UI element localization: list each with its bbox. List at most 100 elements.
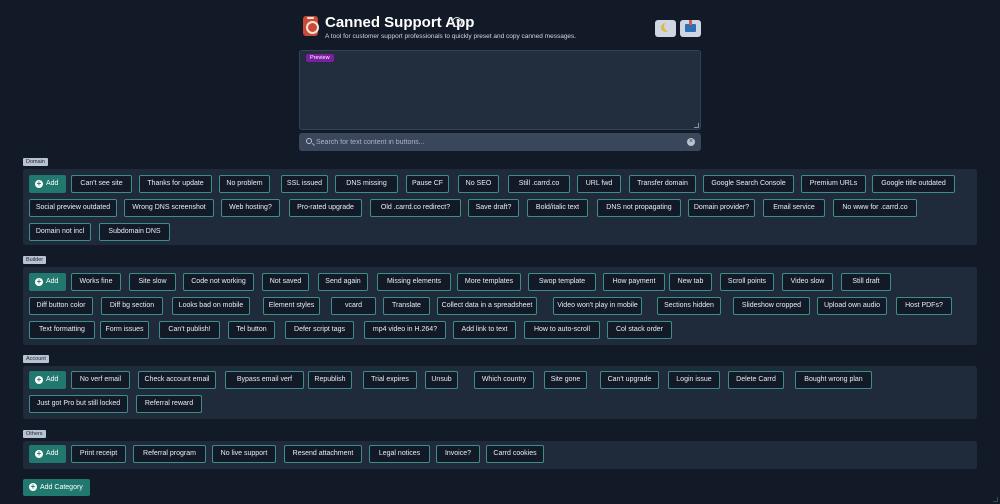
canned-button[interactable]: Diff bg section bbox=[101, 297, 163, 315]
category-label-account: Account bbox=[23, 355, 49, 363]
add-button-account[interactable]: + Add bbox=[29, 371, 66, 389]
canned-button[interactable]: Google Search Console bbox=[703, 175, 794, 193]
app-subtitle: A tool for customer support professional… bbox=[325, 33, 577, 40]
canned-button[interactable]: Premium URLs bbox=[801, 175, 866, 193]
theme-toggle-button[interactable] bbox=[655, 20, 676, 37]
canned-button[interactable]: Code not working bbox=[183, 273, 254, 291]
canned-button[interactable]: Republish bbox=[308, 371, 352, 389]
info-icon[interactable]: i bbox=[452, 17, 462, 27]
canned-button[interactable]: More templates bbox=[457, 273, 521, 291]
inbox-button[interactable] bbox=[680, 20, 701, 37]
add-button-others[interactable]: + Add bbox=[29, 445, 66, 463]
canned-button[interactable]: Form issues bbox=[100, 321, 149, 339]
add-button-builder[interactable]: + Add bbox=[29, 273, 66, 291]
canned-button[interactable]: Thanks for update bbox=[139, 175, 212, 193]
canned-button[interactable]: SSL issued bbox=[281, 175, 328, 193]
canned-button[interactable]: Bought wrong plan bbox=[795, 371, 872, 389]
canned-button[interactable]: Transfer domain bbox=[629, 175, 696, 193]
canned-button[interactable]: Video won't play in mobile bbox=[553, 297, 642, 315]
canned-button[interactable]: Element styles bbox=[263, 297, 320, 315]
canned-button[interactable]: Print receipt bbox=[71, 445, 126, 463]
canned-button[interactable]: Bold/italic text bbox=[527, 199, 588, 217]
canned-button[interactable]: Translate bbox=[383, 297, 430, 315]
inbox-tray-icon bbox=[685, 20, 696, 32]
canned-button[interactable]: Not saved bbox=[262, 273, 309, 291]
canned-button[interactable]: Wrong DNS screenshot bbox=[124, 199, 214, 217]
canned-button[interactable]: Legal notices bbox=[369, 445, 430, 463]
canned-button[interactable]: vcard bbox=[331, 297, 376, 315]
canned-button[interactable]: Sections hidden bbox=[657, 297, 721, 315]
canned-button[interactable]: Text formatting bbox=[29, 321, 95, 339]
canned-button[interactable]: Resend attachment bbox=[284, 445, 362, 463]
canned-button[interactable]: Unsub bbox=[425, 371, 458, 389]
search-input[interactable] bbox=[316, 133, 686, 151]
canned-button[interactable]: Add link to text bbox=[453, 321, 516, 339]
canned-button[interactable]: Can't publish! bbox=[159, 321, 220, 339]
canned-button[interactable]: Old .carrd.co redirect? bbox=[370, 199, 461, 217]
canned-button[interactable]: Swop template bbox=[528, 273, 596, 291]
preview-badge: Preview bbox=[306, 54, 334, 62]
canned-button[interactable]: Pause CF bbox=[406, 175, 449, 193]
canned-button[interactable]: mp4 video in H.264? bbox=[364, 321, 446, 339]
canned-button[interactable]: Still draft bbox=[841, 273, 891, 291]
canned-button[interactable]: Delete Carrd bbox=[728, 371, 784, 389]
preview-textarea[interactable]: Preview bbox=[299, 50, 701, 130]
canned-button[interactable]: Subdomain DNS bbox=[99, 223, 170, 241]
canned-button[interactable]: DNS not propagating bbox=[597, 199, 681, 217]
canned-button[interactable]: Slideshow cropped bbox=[733, 297, 810, 315]
canned-button[interactable]: No live support bbox=[212, 445, 276, 463]
canned-button[interactable]: Carrd cookies bbox=[486, 445, 544, 463]
canned-button[interactable]: Diff button color bbox=[29, 297, 93, 315]
canned-button[interactable]: Domain provider? bbox=[688, 199, 755, 217]
canned-button[interactable]: Invoice? bbox=[436, 445, 480, 463]
canned-button[interactable]: Col stack order bbox=[607, 321, 672, 339]
add-category-button[interactable]: + Add Category bbox=[23, 479, 90, 496]
canned-button[interactable]: Still .carrd.co bbox=[508, 175, 570, 193]
canned-button[interactable]: Scroll points bbox=[720, 273, 774, 291]
canned-button[interactable]: Send again bbox=[318, 273, 368, 291]
canned-button[interactable]: Web hosting? bbox=[221, 199, 280, 217]
resize-handle-icon[interactable] bbox=[694, 123, 699, 128]
canned-button[interactable]: Social preview outdated bbox=[29, 199, 117, 217]
canned-button[interactable]: Works fine bbox=[71, 273, 121, 291]
canned-button[interactable]: Video slow bbox=[782, 273, 833, 291]
canned-button[interactable]: How to auto-scroll bbox=[524, 321, 600, 339]
canned-button[interactable]: Which country bbox=[474, 371, 534, 389]
add-button-domain[interactable]: + Add bbox=[29, 175, 66, 193]
canned-button[interactable]: How payment bbox=[603, 273, 665, 291]
canned-button[interactable]: Can't see site bbox=[71, 175, 132, 193]
canned-button[interactable]: No SEO bbox=[458, 175, 499, 193]
canned-button[interactable]: Collect data in a spreadsheet bbox=[437, 297, 537, 315]
clear-search-icon[interactable]: × bbox=[687, 138, 695, 146]
canned-button[interactable]: Save draft? bbox=[468, 199, 519, 217]
canned-button[interactable]: Pro-rated upgrade bbox=[289, 199, 362, 217]
canned-button[interactable]: Trial expires bbox=[363, 371, 417, 389]
canned-button[interactable]: Tel button bbox=[228, 321, 275, 339]
canned-button[interactable]: Upload own audio bbox=[817, 297, 887, 315]
canned-button[interactable]: URL fwd bbox=[577, 175, 621, 193]
canned-button[interactable]: Referral reward bbox=[136, 395, 202, 413]
canned-button[interactable]: Domain not incl bbox=[29, 223, 91, 241]
canned-button[interactable]: Email service bbox=[763, 199, 825, 217]
canned-button[interactable]: No verf email bbox=[71, 371, 130, 389]
canned-button[interactable]: Site gone bbox=[544, 371, 587, 389]
canned-button[interactable]: Just got Pro but still locked bbox=[29, 395, 128, 413]
app-header: Canned Support App i A tool for customer… bbox=[303, 14, 703, 44]
canned-button[interactable]: Site slow bbox=[129, 273, 176, 291]
canned-button[interactable]: DNS missing bbox=[335, 175, 398, 193]
canned-button[interactable]: Can't upgrade bbox=[600, 371, 659, 389]
add-category-label: Add Category bbox=[40, 484, 83, 491]
canned-button[interactable]: Login issue bbox=[668, 371, 720, 389]
canned-button[interactable]: Looks bad on mobile bbox=[172, 297, 250, 315]
canned-button[interactable]: No www for .carrd.co bbox=[833, 199, 917, 217]
canned-button[interactable]: Host PDFs? bbox=[896, 297, 952, 315]
canned-button[interactable]: Defer script tags bbox=[285, 321, 354, 339]
canned-button[interactable]: Bypass email verf bbox=[225, 371, 304, 389]
canned-button[interactable]: No problem bbox=[219, 175, 270, 193]
canned-button[interactable]: Google title outdated bbox=[872, 175, 955, 193]
canned-button[interactable]: Check account email bbox=[138, 371, 216, 389]
resize-corner-icon bbox=[993, 497, 998, 502]
canned-button[interactable]: Referral program bbox=[133, 445, 206, 463]
canned-button[interactable]: Missing elements bbox=[377, 273, 451, 291]
canned-button[interactable]: New tab bbox=[669, 273, 712, 291]
